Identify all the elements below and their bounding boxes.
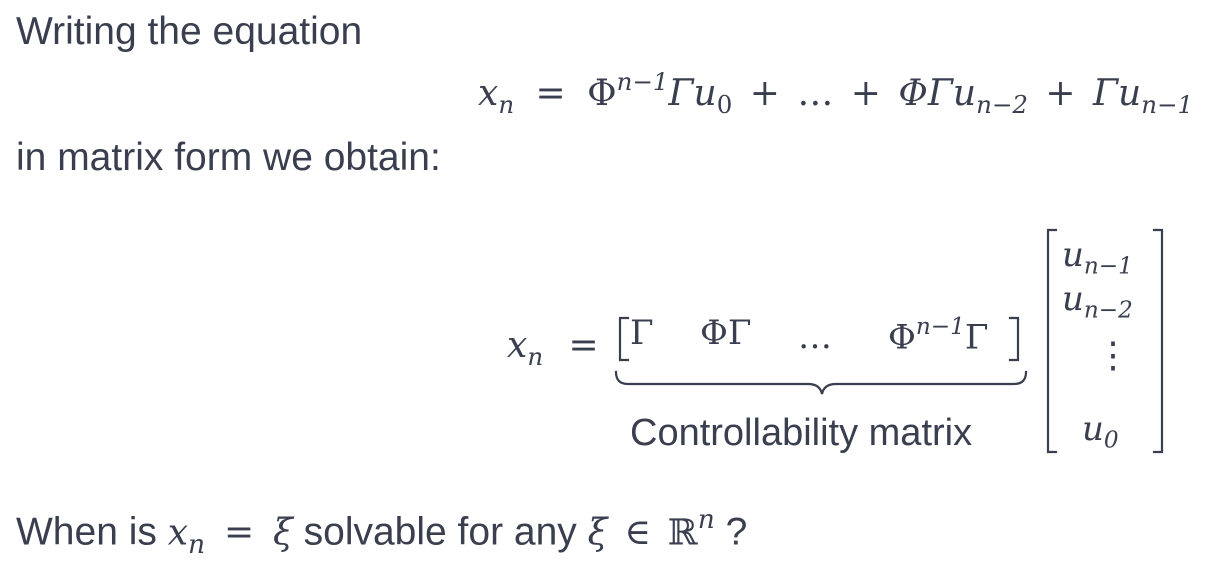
row-left-bracket (618, 316, 630, 362)
question-lhs-sub: n (188, 528, 206, 560)
question-prefix: When is (16, 510, 168, 554)
question-reals-sup: n (697, 504, 715, 535)
question-line: When is xn = ξ solvable for any ξ ∈ ℝn ? (16, 504, 748, 560)
col-right-bracket (1152, 228, 1164, 454)
question-in: ∈ (624, 512, 651, 554)
question-suffix: ? (714, 510, 748, 554)
question-xi2: ξ (587, 512, 608, 554)
question-equals: = (223, 512, 255, 554)
question-reals: ℝ (667, 512, 698, 554)
matrix-brackets (614, 228, 1164, 454)
row-right-bracket (1008, 316, 1020, 362)
question-middle: solvable for any (292, 510, 588, 554)
question-xi: ξ (272, 512, 293, 554)
question-lhs: x (167, 512, 189, 554)
col-left-bracket (1046, 228, 1058, 454)
underbrace (614, 370, 1028, 395)
